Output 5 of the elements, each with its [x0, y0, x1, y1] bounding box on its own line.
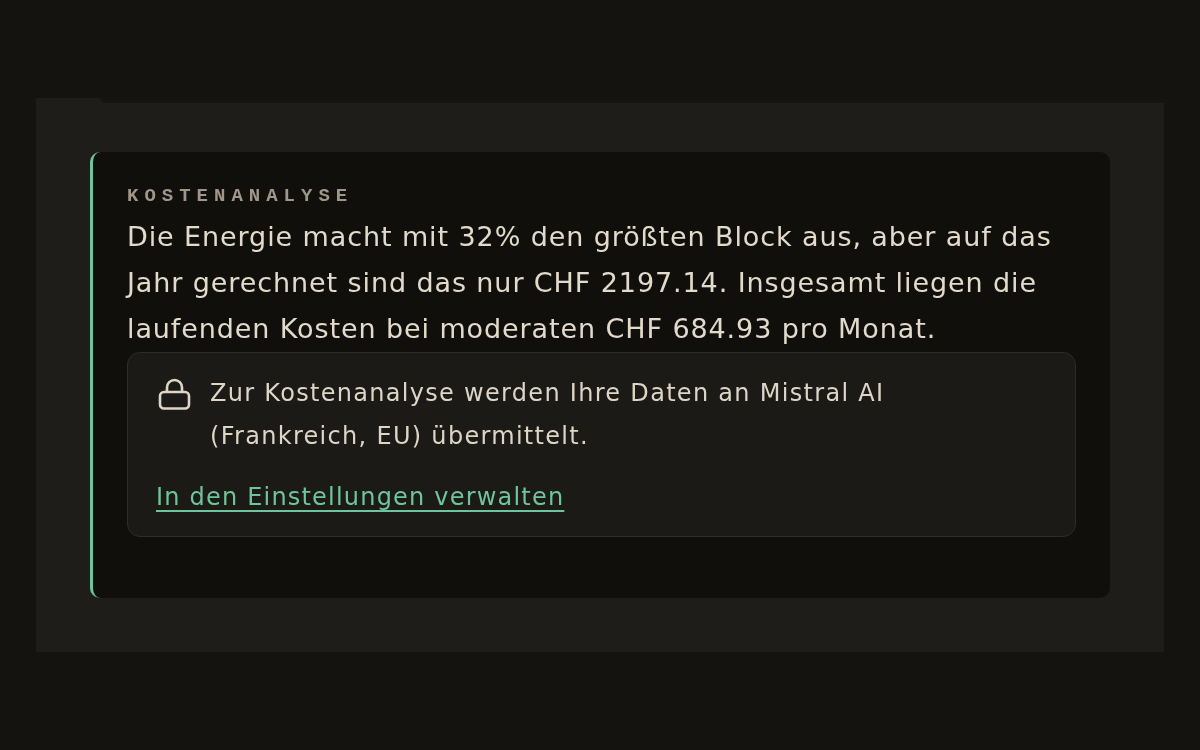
privacy-notice-text: Zur Kostenanalyse werden Ihre Daten an Mistral AI (Frankreich, EU) übermittelt. [210, 378, 886, 452]
settings-link[interactable]: In den Einstellungen verwalten [156, 480, 565, 514]
analysis-text: Die Energie macht mit 32% den größten Block aus, aber auf das Jahr gerechnet sind das nur CHF 2197.14. Insgesamt liegen die laufenden Kosten bei moderaten CHF 684.93 pro Monat. [127, 220, 1053, 346]
section-label: KOSTENANALYSE [127, 184, 354, 208]
lock-icon [158, 378, 191, 410]
